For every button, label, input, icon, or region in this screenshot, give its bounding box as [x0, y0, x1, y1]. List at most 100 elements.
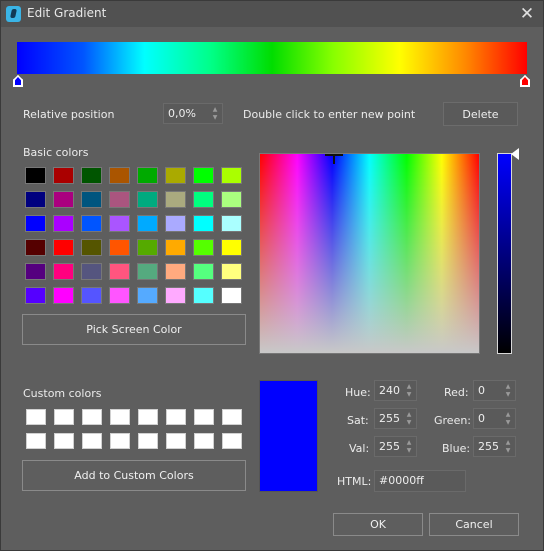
- custom-color-swatch[interactable]: [166, 433, 186, 449]
- slider-arrow-icon[interactable]: [511, 148, 519, 160]
- spin-down-icon[interactable]: ▼: [504, 419, 512, 426]
- basic-color-swatch[interactable]: [25, 191, 46, 208]
- basic-color-swatch[interactable]: [109, 239, 130, 256]
- basic-color-swatch[interactable]: [221, 215, 242, 232]
- custom-color-swatch[interactable]: [82, 409, 102, 425]
- basic-color-swatch[interactable]: [221, 239, 242, 256]
- basic-color-swatch[interactable]: [81, 191, 102, 208]
- red-spinbox[interactable]: 0 ▲ ▼: [473, 380, 516, 401]
- basic-color-swatch[interactable]: [137, 191, 158, 208]
- basic-color-swatch[interactable]: [137, 167, 158, 184]
- add-to-custom-colors-button[interactable]: Add to Custom Colors: [22, 460, 246, 491]
- html-color-input[interactable]: #0000ff: [374, 470, 466, 492]
- value-slider[interactable]: [497, 153, 512, 354]
- basic-color-swatch[interactable]: [193, 191, 214, 208]
- basic-color-swatch[interactable]: [25, 239, 46, 256]
- custom-color-swatch[interactable]: [222, 409, 242, 425]
- basic-color-swatch[interactable]: [221, 167, 242, 184]
- custom-color-swatch[interactable]: [110, 409, 130, 425]
- custom-color-swatch[interactable]: [26, 409, 46, 425]
- basic-color-swatch[interactable]: [165, 263, 186, 280]
- basic-color-swatch[interactable]: [165, 239, 186, 256]
- basic-color-swatch[interactable]: [193, 239, 214, 256]
- basic-color-swatch[interactable]: [109, 191, 130, 208]
- basic-color-swatch[interactable]: [109, 167, 130, 184]
- custom-color-swatch[interactable]: [222, 433, 242, 449]
- basic-color-swatch[interactable]: [81, 287, 102, 304]
- basic-color-swatch[interactable]: [193, 167, 214, 184]
- custom-color-swatch[interactable]: [194, 409, 214, 425]
- custom-color-swatch[interactable]: [166, 409, 186, 425]
- spin-down-icon[interactable]: ▼: [504, 447, 512, 454]
- basic-color-swatch[interactable]: [53, 167, 74, 184]
- basic-color-swatch[interactable]: [221, 287, 242, 304]
- basic-color-swatch[interactable]: [137, 239, 158, 256]
- basic-color-swatch[interactable]: [193, 263, 214, 280]
- spin-down-icon[interactable]: ▼: [405, 391, 413, 398]
- spin-down-icon[interactable]: ▼: [405, 419, 413, 426]
- green-spinbox[interactable]: 0 ▲ ▼: [473, 408, 516, 429]
- hue-spinbox[interactable]: 240 ▲ ▼: [374, 380, 417, 401]
- spin-up-icon[interactable]: ▲: [405, 439, 413, 446]
- blue-spinbox[interactable]: 255 ▲ ▼: [473, 436, 516, 457]
- custom-color-swatch[interactable]: [54, 409, 74, 425]
- basic-color-swatch[interactable]: [25, 167, 46, 184]
- app-icon: [6, 6, 21, 22]
- basic-color-swatch[interactable]: [193, 215, 214, 232]
- basic-color-swatch[interactable]: [165, 191, 186, 208]
- custom-color-swatch[interactable]: [82, 433, 102, 449]
- basic-color-swatch[interactable]: [221, 263, 242, 280]
- basic-color-swatch[interactable]: [53, 239, 74, 256]
- spin-up-icon[interactable]: ▲: [211, 106, 219, 113]
- basic-color-swatch[interactable]: [165, 167, 186, 184]
- spin-down-icon[interactable]: ▼: [405, 447, 413, 454]
- spin-up-icon[interactable]: ▲: [504, 383, 512, 390]
- basic-color-swatch[interactable]: [81, 167, 102, 184]
- spin-up-icon[interactable]: ▲: [405, 383, 413, 390]
- gradient-preview-bar[interactable]: [17, 42, 527, 74]
- basic-color-swatch[interactable]: [81, 239, 102, 256]
- basic-color-swatch[interactable]: [109, 287, 130, 304]
- custom-color-swatch[interactable]: [26, 433, 46, 449]
- basic-color-swatch[interactable]: [53, 263, 74, 280]
- sat-spinbox[interactable]: 255 ▲ ▼: [374, 408, 417, 429]
- close-icon[interactable]: ✕: [517, 4, 537, 24]
- custom-color-swatch[interactable]: [138, 433, 158, 449]
- basic-color-swatch[interactable]: [81, 263, 102, 280]
- spin-down-icon[interactable]: ▼: [504, 391, 512, 398]
- ok-button[interactable]: OK: [333, 513, 423, 536]
- spin-up-icon[interactable]: ▲: [405, 411, 413, 418]
- basic-color-swatch[interactable]: [53, 287, 74, 304]
- basic-color-swatch[interactable]: [193, 287, 214, 304]
- spin-up-icon[interactable]: ▲: [504, 439, 512, 446]
- custom-color-swatch[interactable]: [138, 409, 158, 425]
- custom-color-swatch[interactable]: [54, 433, 74, 449]
- basic-color-swatch[interactable]: [137, 215, 158, 232]
- custom-color-swatch[interactable]: [194, 433, 214, 449]
- basic-color-swatch[interactable]: [137, 287, 158, 304]
- basic-color-swatch[interactable]: [221, 191, 242, 208]
- crosshair-icon[interactable]: [325, 151, 343, 165]
- pick-screen-color-button[interactable]: Pick Screen Color: [22, 314, 246, 345]
- delete-button[interactable]: Delete: [443, 102, 518, 126]
- basic-color-swatch[interactable]: [137, 263, 158, 280]
- basic-color-swatch[interactable]: [109, 263, 130, 280]
- val-spinbox[interactable]: 255 ▲ ▼: [374, 436, 417, 457]
- basic-color-swatch[interactable]: [25, 215, 46, 232]
- gradient-stop-start[interactable]: [13, 75, 23, 87]
- basic-color-swatch[interactable]: [165, 215, 186, 232]
- relative-position-spinbox[interactable]: 0,0% ▲ ▼: [163, 103, 223, 124]
- basic-color-swatch[interactable]: [53, 191, 74, 208]
- basic-color-swatch[interactable]: [81, 215, 102, 232]
- spin-up-icon[interactable]: ▲: [504, 411, 512, 418]
- basic-color-swatch[interactable]: [25, 263, 46, 280]
- spin-down-icon[interactable]: ▼: [211, 114, 219, 121]
- basic-color-swatch[interactable]: [53, 215, 74, 232]
- basic-color-swatch[interactable]: [25, 287, 46, 304]
- hue-saturation-picker[interactable]: [259, 153, 480, 354]
- gradient-stop-end[interactable]: [520, 75, 530, 87]
- basic-color-swatch[interactable]: [109, 215, 130, 232]
- cancel-button[interactable]: Cancel: [429, 513, 519, 536]
- custom-color-swatch[interactable]: [110, 433, 130, 449]
- basic-color-swatch[interactable]: [165, 287, 186, 304]
